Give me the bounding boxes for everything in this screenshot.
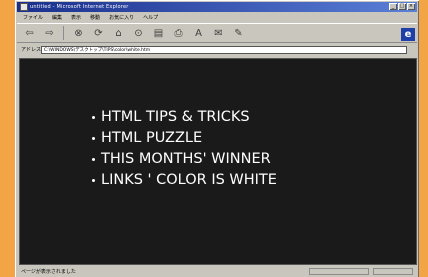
tip-text[interactable]: HTML PUZZLE xyxy=(101,128,202,149)
list-item[interactable]: HTML TIPS & TRICKS xyxy=(92,107,277,128)
status-bar: ページが表示されました xyxy=(17,266,417,276)
refresh-button[interactable]: ⟳ xyxy=(90,25,107,41)
window-title: untitled - Microsoft Internet Explorer xyxy=(30,4,129,10)
maximize-button[interactable]: □ xyxy=(398,3,406,10)
home-button[interactable]: ⌂ xyxy=(110,25,127,41)
mail-button[interactable]: ✉ xyxy=(210,25,227,41)
menu-view[interactable]: 表示 xyxy=(71,14,81,21)
back-icon: ⇦ xyxy=(25,27,34,39)
stop-icon: ⊗ xyxy=(74,27,83,39)
search-button[interactable]: ⊙ xyxy=(130,25,147,41)
menu-go[interactable]: 移動 xyxy=(90,14,100,21)
back-button[interactable]: ⇦ xyxy=(21,25,38,41)
minimize-button[interactable]: _ xyxy=(389,3,397,10)
bullet-icon xyxy=(92,116,95,119)
address-label: アドレス xyxy=(21,47,42,53)
bullet-icon xyxy=(92,179,95,182)
favorites-icon: ▤ xyxy=(153,27,164,39)
page-content: HTML TIPS & TRICKS HTML PUZZLE THIS MONT… xyxy=(19,58,417,265)
browser-window: untitled - Microsoft Internet Explorer _… xyxy=(15,0,419,277)
menu-file[interactable]: ファイル xyxy=(23,14,43,21)
mail-icon: ✉ xyxy=(214,27,223,39)
close-button[interactable]: × xyxy=(407,3,415,10)
status-text: ページが表示されました xyxy=(21,268,76,275)
toolbar-separator xyxy=(63,26,64,40)
print-icon: ⎙ xyxy=(174,27,183,39)
list-item[interactable]: LINKS ' COLOR IS WHITE xyxy=(92,170,277,191)
zone-panel xyxy=(373,267,413,275)
menu-help[interactable]: ヘルプ xyxy=(143,14,158,21)
forward-button[interactable]: ⇨ xyxy=(41,25,58,41)
search-icon: ⊙ xyxy=(134,27,143,39)
bullet-icon xyxy=(92,137,95,140)
tip-text[interactable]: LINKS ' COLOR IS WHITE xyxy=(101,170,277,191)
menu-bar: ファイル 編集 表示 移動 お気に入り ヘルプ xyxy=(17,13,417,22)
window-controls: _ □ × xyxy=(389,3,415,10)
title-bar[interactable]: untitled - Microsoft Internet Explorer _… xyxy=(17,2,417,12)
favorites-button[interactable]: ▤ xyxy=(150,25,167,41)
tips-list: HTML TIPS & TRICKS HTML PUZZLE THIS MONT… xyxy=(92,107,277,191)
ie-logo-icon: e xyxy=(401,28,415,41)
font-button[interactable]: A xyxy=(190,25,207,41)
refresh-icon: ⟳ xyxy=(94,27,103,39)
font-icon: A xyxy=(195,27,202,39)
bullet-icon xyxy=(92,158,95,161)
menu-edit[interactable]: 編集 xyxy=(52,14,62,21)
edit-button[interactable]: ✎ xyxy=(230,25,247,41)
list-item[interactable]: THIS MONTHS' WINNER xyxy=(92,149,277,170)
address-input[interactable]: C:\WINDOWS\デスクトップ\TIPS\color\white.htm xyxy=(41,45,407,54)
list-item[interactable]: HTML PUZZLE xyxy=(92,128,277,149)
stop-button[interactable]: ⊗ xyxy=(70,25,87,41)
edit-icon: ✎ xyxy=(234,27,243,39)
forward-icon: ⇨ xyxy=(45,27,54,39)
ie-page-icon xyxy=(20,3,28,11)
toolbar: ⇦ ⇨ ⊗ ⟳ ⌂ ⊙ ▤ ⎙ A ✉ ✎ xyxy=(17,23,417,43)
tip-text[interactable]: HTML TIPS & TRICKS xyxy=(101,107,250,128)
tip-text[interactable]: THIS MONTHS' WINNER xyxy=(101,149,271,170)
print-button[interactable]: ⎙ xyxy=(170,25,187,41)
home-icon: ⌂ xyxy=(115,27,122,39)
status-panel xyxy=(309,267,369,275)
address-bar: アドレス C:\WINDOWS\デスクトップ\TIPS\color\white.… xyxy=(17,44,417,55)
menu-favorites[interactable]: お気に入り xyxy=(109,14,134,21)
